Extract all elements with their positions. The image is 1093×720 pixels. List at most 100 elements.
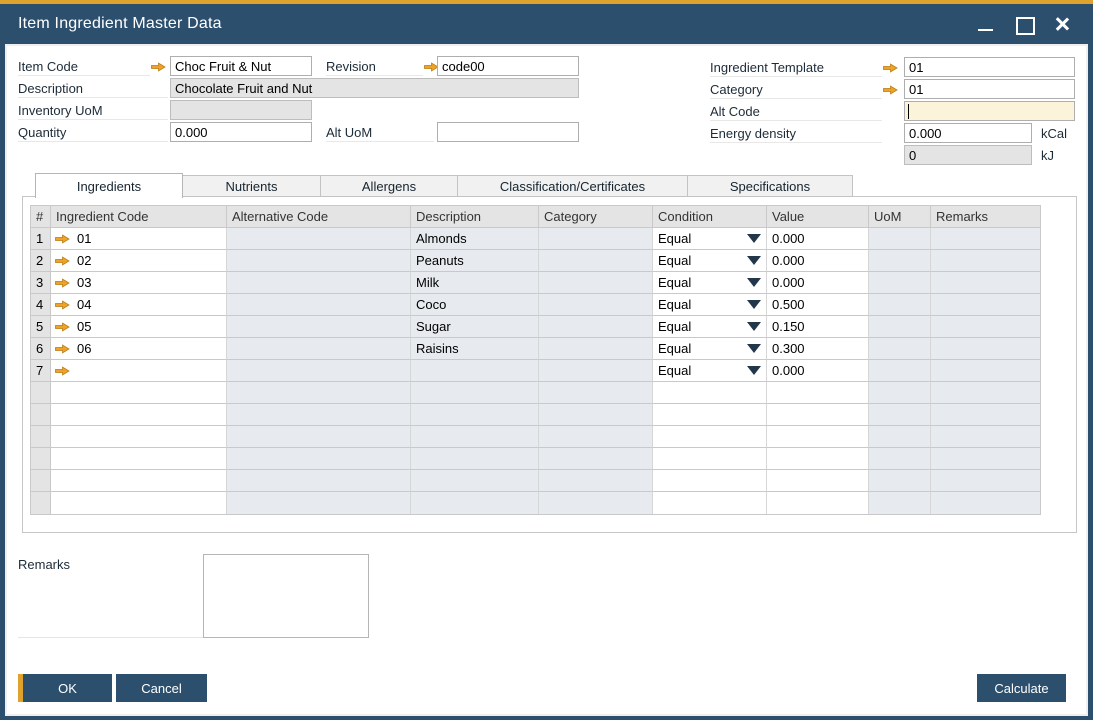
close-icon[interactable] <box>1053 15 1071 33</box>
condition-cell[interactable] <box>653 382 767 404</box>
condition-dropdown[interactable]: Equal <box>653 294 767 316</box>
ingredient-code-cell[interactable]: 02 <box>51 250 227 272</box>
link-arrow-icon[interactable] <box>55 317 71 336</box>
condition-dropdown[interactable]: Equal <box>653 316 767 338</box>
tab-classification-certificates[interactable]: Classification/Certificates <box>458 175 688 197</box>
link-arrow-icon[interactable] <box>55 229 71 248</box>
value-cell[interactable]: 0.000 <box>767 272 869 294</box>
ingredient-code-cell[interactable]: 06 <box>51 338 227 360</box>
item-code-link-arrow-icon[interactable] <box>151 57 167 76</box>
value-cell[interactable] <box>767 492 869 514</box>
maximize-icon[interactable] <box>1015 15 1033 33</box>
ingredient-code-cell[interactable]: 04 <box>51 294 227 316</box>
condition-cell[interactable] <box>653 426 767 448</box>
table-row-5: 5 05 Sugar Equal 0.150 <box>31 316 1040 338</box>
condition-dropdown[interactable]: Equal <box>653 228 767 250</box>
chevron-down-icon[interactable] <box>747 344 761 353</box>
condition-cell[interactable] <box>653 470 767 492</box>
revision-field[interactable] <box>437 56 579 76</box>
condition-cell[interactable] <box>653 448 767 470</box>
value-cell[interactable]: 0.150 <box>767 316 869 338</box>
col-header-condition[interactable]: Condition <box>653 206 767 228</box>
chevron-down-icon[interactable] <box>747 366 761 375</box>
tab-ingredients[interactable]: Ingredients <box>35 173 183 198</box>
remarks-cell <box>931 316 1040 338</box>
energy-density-kcal-field[interactable] <box>904 123 1032 143</box>
col-header-description[interactable]: Description <box>411 206 539 228</box>
ok-button[interactable]: OK <box>18 674 112 702</box>
category-cell <box>539 404 653 426</box>
value-cell[interactable]: 0.500 <box>767 294 869 316</box>
condition-cell[interactable] <box>653 404 767 426</box>
item-code-field[interactable] <box>170 56 312 76</box>
ingredient-code-cell[interactable] <box>51 382 227 404</box>
link-arrow-icon[interactable] <box>55 361 71 380</box>
value-cell[interactable] <box>767 426 869 448</box>
col-header-uom[interactable]: UoM <box>869 206 931 228</box>
chevron-down-icon[interactable] <box>747 300 761 309</box>
col-header-ingredient-code[interactable]: Ingredient Code <box>51 206 227 228</box>
minimize-icon[interactable] <box>977 15 995 33</box>
link-arrow-icon[interactable] <box>55 339 71 358</box>
col-header-remarks[interactable]: Remarks <box>931 206 1040 228</box>
ingredient-code-cell[interactable] <box>51 492 227 514</box>
remarks-cell <box>931 250 1040 272</box>
kcal-unit-label: kCal <box>1041 124 1067 143</box>
chevron-down-icon[interactable] <box>747 322 761 331</box>
uom-cell <box>869 426 931 448</box>
value-cell[interactable] <box>767 404 869 426</box>
condition-dropdown[interactable]: Equal <box>653 360 767 382</box>
table-row-7: 7 Equal 0.000 <box>31 360 1040 382</box>
condition-cell[interactable] <box>653 492 767 514</box>
ingredient-code-cell[interactable]: 05 <box>51 316 227 338</box>
col-header-alternative-code[interactable]: Alternative Code <box>227 206 411 228</box>
alternative-code-cell <box>227 228 411 250</box>
condition-dropdown[interactable]: Equal <box>653 272 767 294</box>
value-cell[interactable] <box>767 470 869 492</box>
link-arrow-icon[interactable] <box>55 295 71 314</box>
ingredient-code-cell[interactable] <box>51 448 227 470</box>
value-cell[interactable]: 0.000 <box>767 228 869 250</box>
table-row-1: 1 01 Almonds Equal 0.000 <box>31 228 1040 250</box>
ingredient-code-cell[interactable] <box>51 470 227 492</box>
cancel-button[interactable]: Cancel <box>116 674 207 702</box>
alt-uom-field[interactable] <box>437 122 579 142</box>
link-arrow-icon[interactable] <box>55 251 71 270</box>
col-header-value[interactable]: Value <box>767 206 869 228</box>
calculate-button[interactable]: Calculate <box>977 674 1066 702</box>
remarks-cell <box>931 448 1040 470</box>
value-cell[interactable]: 0.000 <box>767 250 869 272</box>
alt-code-field[interactable] <box>904 101 1075 121</box>
ingredient-code-cell[interactable] <box>51 404 227 426</box>
table-row-empty <box>31 448 1040 470</box>
quantity-field[interactable] <box>170 122 312 142</box>
value-cell[interactable]: 0.000 <box>767 360 869 382</box>
row-number <box>31 470 51 492</box>
uom-cell <box>869 294 931 316</box>
value-cell[interactable] <box>767 448 869 470</box>
alternative-code-cell <box>227 360 411 382</box>
chevron-down-icon[interactable] <box>747 234 761 243</box>
ingredient-code-cell[interactable] <box>51 360 227 382</box>
remarks-textarea[interactable] <box>203 554 369 638</box>
condition-dropdown[interactable]: Equal <box>653 250 767 272</box>
chevron-down-icon[interactable] <box>747 256 761 265</box>
ingredient-code-cell[interactable] <box>51 426 227 448</box>
condition-dropdown[interactable]: Equal <box>653 338 767 360</box>
tab-specifications[interactable]: Specifications <box>688 175 853 197</box>
ingredient-template-link-arrow-icon[interactable] <box>883 58 899 77</box>
remarks-cell <box>931 470 1040 492</box>
value-cell[interactable]: 0.300 <box>767 338 869 360</box>
chevron-down-icon[interactable] <box>747 278 761 287</box>
category-field[interactable] <box>904 79 1075 99</box>
tab-nutrients[interactable]: Nutrients <box>183 175 321 197</box>
ingredient-template-field[interactable] <box>904 57 1075 77</box>
link-arrow-icon[interactable] <box>55 273 71 292</box>
ingredient-code-cell[interactable]: 03 <box>51 272 227 294</box>
value-cell[interactable] <box>767 382 869 404</box>
category-link-arrow-icon[interactable] <box>883 80 899 99</box>
ingredient-code-cell[interactable]: 01 <box>51 228 227 250</box>
col-header-category[interactable]: Category <box>539 206 653 228</box>
alt-code-label: Alt Code <box>710 102 882 121</box>
tab-allergens[interactable]: Allergens <box>321 175 458 197</box>
